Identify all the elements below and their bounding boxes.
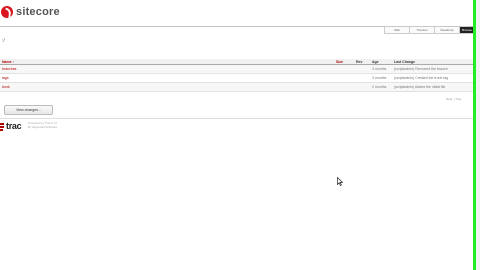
- trac-logo-icon: [0, 122, 5, 131]
- table-row: tags 3 months (scriptadmin) Created the …: [0, 73, 474, 83]
- entry-name-tags[interactable]: tags: [0, 73, 334, 83]
- entry-name-branches[interactable]: branches: [0, 64, 334, 74]
- nav-browse[interactable]: Browse: [459, 27, 474, 34]
- powered-by-line2[interactable]: By Edgewall Software: [28, 125, 57, 129]
- entry-name-trunk[interactable]: trunk: [0, 82, 334, 92]
- entry-rev[interactable]: [354, 82, 370, 92]
- nav-timeline[interactable]: Timeline: [409, 27, 434, 34]
- nav-roadmap[interactable]: Roadmap: [434, 27, 459, 34]
- entry-last-change: (scriptadmin) Created the trunk tag: [392, 73, 474, 83]
- table-row: branches 3 months (scriptadmin) Removed …: [0, 64, 474, 74]
- entry-rev[interactable]: [354, 73, 370, 83]
- entry-rev[interactable]: [354, 64, 370, 74]
- right-margin: [476, 0, 480, 270]
- trac-logo-text: trac: [6, 121, 22, 131]
- trac-logo[interactable]: trac: [0, 121, 22, 131]
- entry-last-change: (scriptadmin) Removed the branch: [392, 64, 474, 74]
- main-nav: Wiki Timeline Roadmap Browse: [384, 27, 474, 34]
- repository-path[interactable]: :/: [2, 38, 5, 44]
- sitecore-logo-icon: [1, 6, 13, 18]
- entry-age[interactable]: 3 months: [370, 73, 392, 83]
- view-changes-button[interactable]: View changes...: [4, 105, 53, 115]
- nav-wiki[interactable]: Wiki: [384, 27, 409, 34]
- entry-last-change: (scriptadmin) Added the initial file: [392, 82, 474, 92]
- entry-size: [334, 82, 354, 92]
- powered-by: Powered by Trac 0.11 By Edgewall Softwar…: [28, 121, 57, 129]
- table-row: trunk 2 months (scriptadmin) Added the i…: [0, 82, 474, 92]
- directory-table: Name ↑ Size Rev Age Last Change branches…: [0, 59, 474, 92]
- entry-age[interactable]: 2 months: [370, 82, 392, 92]
- mouse-cursor-icon: [337, 177, 343, 186]
- trac-page: sitecore Wiki Timeline Roadmap Browse :/…: [0, 0, 474, 270]
- footer-links[interactable]: Note: | Trac: [446, 97, 461, 101]
- footer-divider: [0, 118, 474, 119]
- entry-age[interactable]: 3 months: [370, 64, 392, 74]
- entry-size: [334, 73, 354, 83]
- sitecore-logo-text: sitecore: [16, 6, 60, 18]
- entry-size: [334, 64, 354, 74]
- sitecore-logo[interactable]: sitecore: [0, 2, 60, 22]
